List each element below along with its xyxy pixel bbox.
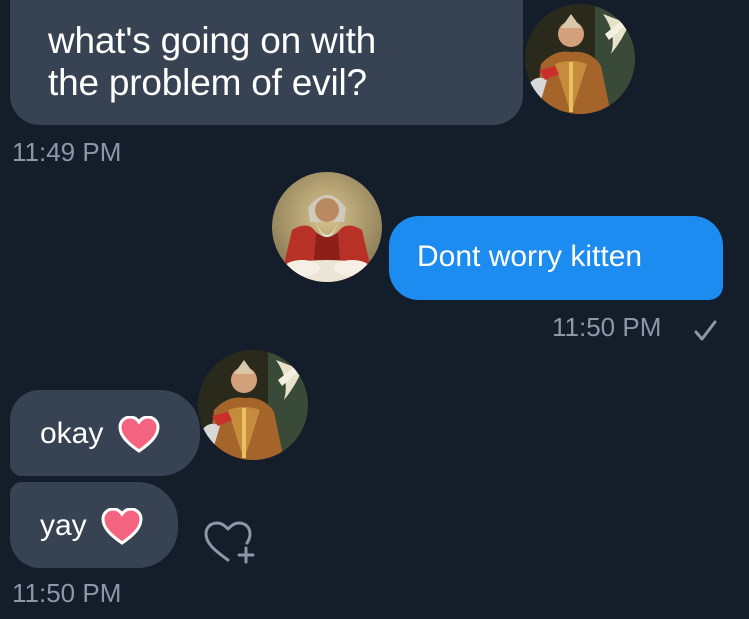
heart-icon xyxy=(101,508,143,545)
message-text-line: the problem of evil? xyxy=(48,62,367,103)
chat-thread: what's going on with the problem of evil… xyxy=(0,0,749,619)
message-text: okay xyxy=(40,416,104,450)
message-bubble-received[interactable]: yay xyxy=(10,482,178,568)
message-bubble-sent[interactable]: Dont worry kitten xyxy=(389,216,723,300)
message-text-line: what's going on with xyxy=(48,20,377,61)
avatar-saint[interactable] xyxy=(525,4,635,114)
message-text: yay xyxy=(40,508,87,542)
avatar-saint-image xyxy=(525,4,635,114)
message-text: Dont worry kitten xyxy=(417,240,643,273)
message-timestamp: 11:50 PM xyxy=(12,578,122,608)
avatar-saint-image xyxy=(198,350,308,460)
message-bubble-received[interactable]: what's going on with the problem of evil… xyxy=(10,0,523,125)
avatar-god-image xyxy=(272,172,382,282)
heart-icon xyxy=(118,416,160,453)
check-icon xyxy=(694,320,717,341)
message-timestamp: 11:49 PM xyxy=(12,137,122,167)
avatar-saint[interactable] xyxy=(198,350,308,460)
message-timestamp: 11:50 PM xyxy=(552,312,662,342)
avatar-god[interactable] xyxy=(272,172,382,282)
heart-plus-icon[interactable] xyxy=(202,518,262,566)
message-bubble-received[interactable]: okay xyxy=(10,390,200,476)
